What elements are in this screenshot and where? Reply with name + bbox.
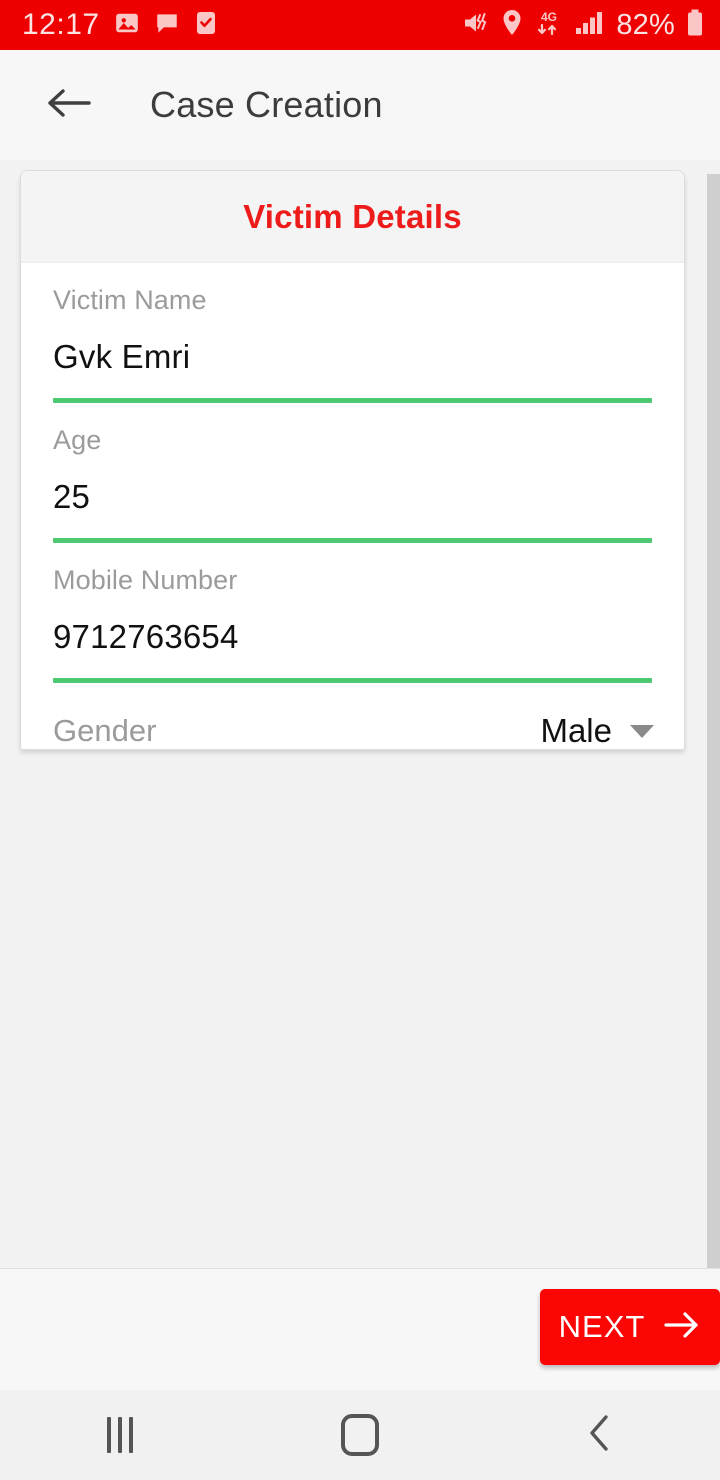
field-value[interactable]: 9712763654 <box>53 596 652 678</box>
back-button[interactable] <box>40 76 98 134</box>
signal-bars-icon <box>575 10 605 41</box>
svg-text:4G: 4G <box>541 10 557 24</box>
app-toolbar: Case Creation <box>0 50 720 160</box>
footer-bar: NEXT <box>0 1268 720 1390</box>
field-label: Gender <box>53 713 157 748</box>
dropdown-selected-value: Male <box>540 712 612 749</box>
victim-details-card: Victim Details Victim Name Gvk Emri Age … <box>20 170 685 750</box>
back-arrow-icon <box>46 85 92 126</box>
page-title: Case Creation <box>150 84 383 125</box>
battery-percent-label: 82% <box>616 8 675 41</box>
nav-back-button[interactable] <box>480 1412 720 1459</box>
mute-vibrate-icon <box>462 10 490 41</box>
vertical-scrollbar[interactable] <box>707 174 720 1268</box>
next-button[interactable]: NEXT <box>540 1289 720 1365</box>
status-bar-right: 4G 82% <box>462 8 704 43</box>
field-age[interactable]: Age 25 <box>21 403 684 538</box>
chevron-down-icon <box>630 724 654 738</box>
chat-icon <box>154 10 180 41</box>
location-pin-icon <box>501 9 523 42</box>
field-underline-wrap <box>21 678 684 683</box>
status-bar-clock: 12:17 <box>22 8 100 41</box>
home-icon <box>341 1414 379 1456</box>
arrow-right-icon <box>663 1310 701 1345</box>
dropdown-value-group[interactable]: Male <box>540 712 654 749</box>
field-underline <box>53 678 652 683</box>
status-bar-left: 12:17 <box>22 8 462 42</box>
field-value[interactable]: 25 <box>53 456 652 538</box>
field-victim-name[interactable]: Victim Name Gvk Emri <box>21 263 684 398</box>
field-gender-dropdown[interactable]: Gender Male <box>21 683 684 749</box>
image-icon <box>114 10 140 41</box>
task-checkbox-icon <box>194 10 218 41</box>
field-value[interactable]: Gvk Emri <box>53 316 652 398</box>
card-title: Victim Details <box>243 197 462 235</box>
field-label: Age <box>53 425 102 455</box>
card-header: Victim Details <box>21 171 684 263</box>
battery-icon <box>686 9 704 42</box>
form-scroll-area[interactable]: Victim Details Victim Name Gvk Emri Age … <box>0 160 720 1268</box>
recents-icon <box>107 1417 133 1453</box>
nav-recents-button[interactable] <box>0 1417 240 1453</box>
phone-screen: 12:17 4G 82% Case Creation Victim Detail… <box>0 0 720 1480</box>
next-button-label: NEXT <box>558 1309 646 1344</box>
nav-back-icon <box>585 1412 615 1459</box>
field-label: Mobile Number <box>53 565 238 595</box>
system-navigation-bar <box>0 1390 720 1480</box>
field-mobile-number[interactable]: Mobile Number 9712763654 <box>21 543 684 678</box>
nav-home-button[interactable] <box>240 1414 480 1456</box>
data-transfer-icon: 4G <box>534 8 564 43</box>
field-label: Victim Name <box>53 285 207 315</box>
status-bar: 12:17 4G 82% <box>0 0 720 50</box>
